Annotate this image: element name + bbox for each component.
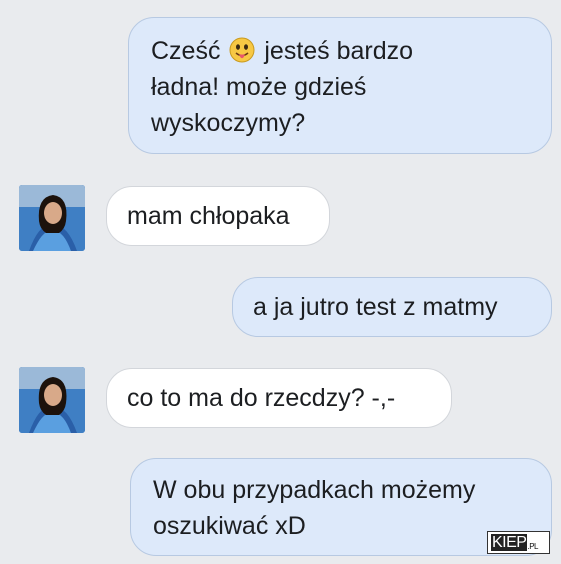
- message-text: Cześć: [151, 37, 221, 65]
- message-text: co to ma do rzecdzy? -,-: [127, 384, 396, 412]
- message-bubble-incoming: co to ma do rzecdzy? -,-: [106, 368, 452, 428]
- message-bubble-incoming: mam chłopaka: [106, 186, 330, 246]
- message-text: wyskoczymy?: [151, 109, 306, 137]
- drooling-face-icon: [229, 37, 255, 63]
- message-text: ładna! może gdzieś: [151, 73, 367, 101]
- watermark-text: KIEP: [491, 534, 528, 551]
- avatar[interactable]: [19, 185, 85, 251]
- profile-photo: [19, 367, 85, 433]
- message-text: oszukiwać xD: [153, 512, 306, 540]
- message-bubble-outgoing: Cześć jesteś bardzo ładna! może gdzieś w…: [128, 17, 552, 154]
- message-bubble-outgoing: a ja jutro test z matmy: [232, 277, 552, 337]
- avatar[interactable]: [19, 367, 85, 433]
- message-text: jesteś bardzo: [264, 37, 414, 65]
- message-text: a ja jutro test z matmy: [253, 293, 498, 321]
- message-text: mam chłopaka: [127, 202, 290, 230]
- watermark-logo: KIEP.PL: [487, 531, 550, 554]
- watermark-suffix: .PL: [527, 542, 538, 551]
- message-text: W obu przypadkach możemy: [153, 476, 476, 504]
- profile-photo: [19, 185, 85, 251]
